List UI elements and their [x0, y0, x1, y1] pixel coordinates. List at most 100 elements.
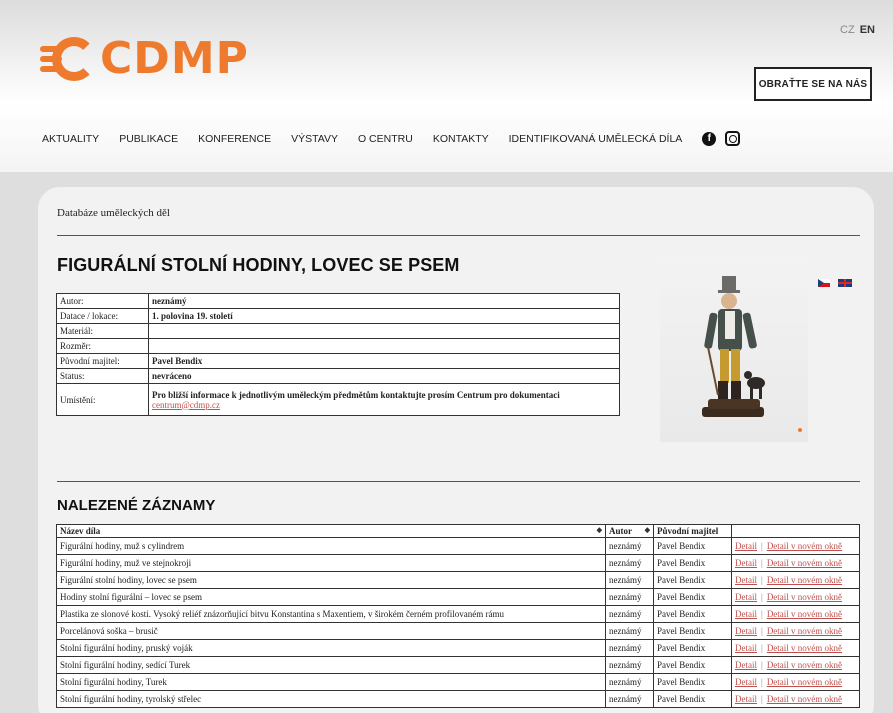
- actions-cell: Detail | Detail v novém okně: [731, 656, 860, 674]
- link-separator: |: [761, 660, 763, 670]
- detail-link[interactable]: Detail: [735, 609, 757, 619]
- artwork-name-cell: Stolní figurální hodiny, Turek: [56, 673, 606, 691]
- detail-link[interactable]: Detail: [735, 541, 757, 551]
- email-link[interactable]: centrum@cdmp.cz: [152, 400, 220, 410]
- actions-cell: Detail | Detail v novém okně: [731, 537, 860, 555]
- detail-new-window-link[interactable]: Detail v novém okně: [767, 609, 842, 619]
- artwork-photo[interactable]: [660, 255, 808, 442]
- detail-link[interactable]: Detail: [735, 694, 757, 704]
- instagram-icon[interactable]: [725, 131, 741, 146]
- detail-key: Původní majitel:: [56, 353, 149, 369]
- detail-new-window-link[interactable]: Detail v novém okně: [767, 626, 842, 636]
- contact-us-button[interactable]: OBRAŤTE SE NA NÁS: [754, 67, 872, 101]
- column-header-author[interactable]: Autor ◆: [605, 524, 654, 538]
- nav-item-o-centru[interactable]: O CENTRU: [358, 133, 413, 145]
- owner-cell: Pavel Bendix: [653, 690, 732, 708]
- link-separator: |: [761, 626, 763, 636]
- author-cell: neznámý: [605, 588, 654, 606]
- column-header-owner[interactable]: Původní majitel: [653, 524, 732, 538]
- link-separator: |: [761, 677, 763, 687]
- nav-item-konference[interactable]: KONFERENCE: [198, 133, 271, 145]
- language-flags: [818, 279, 852, 287]
- actions-cell: Detail | Detail v novém okně: [731, 639, 860, 657]
- detail-row: Autor: neznámý: [56, 293, 620, 309]
- detail-new-window-link[interactable]: Detail v novém okně: [767, 575, 842, 585]
- sort-icon[interactable]: ◆: [597, 526, 602, 534]
- detail-row: Rozměr:: [56, 338, 620, 354]
- detail-key: Rozměr:: [56, 338, 149, 354]
- actions-cell: Detail | Detail v novém okně: [731, 571, 860, 589]
- detail-link[interactable]: Detail: [735, 592, 757, 602]
- detail-row: Status: nevráceno: [56, 368, 620, 384]
- actions-cell: Detail | Detail v novém okně: [731, 588, 860, 606]
- main-nav: AKTUALITY PUBLIKACE KONFERENCE VÝSTAVY O…: [42, 131, 741, 146]
- nav-item-publikace[interactable]: PUBLIKACE: [119, 133, 178, 145]
- owner-cell: Pavel Bendix: [653, 622, 732, 640]
- detail-value: [148, 338, 620, 354]
- czech-flag-icon[interactable]: [818, 279, 830, 287]
- detail-link[interactable]: Detail: [735, 558, 757, 568]
- nav-item-aktuality[interactable]: AKTUALITY: [42, 133, 99, 145]
- detail-value: [148, 323, 620, 339]
- table-row: Figurální stolní hodiny, lovec se psem ne…: [56, 571, 860, 589]
- detail-new-window-link[interactable]: Detail v novém okně: [767, 541, 842, 551]
- column-header-name[interactable]: Název díla ◆: [56, 524, 606, 538]
- lang-en-link[interactable]: EN: [860, 24, 875, 36]
- owner-cell: Pavel Bendix: [653, 639, 732, 657]
- detail-key: Status:: [56, 368, 149, 384]
- uk-flag-icon[interactable]: [838, 279, 852, 287]
- detail-row: Původní majitel: Pavel Bendix: [56, 353, 620, 369]
- detail-value: 1. polovina 19. století: [148, 308, 620, 324]
- table-row: Plastika ze slonové kosti. Vysoký reliéf…: [56, 605, 860, 623]
- detail-new-window-link[interactable]: Detail v novém okně: [767, 592, 842, 602]
- author-cell: neznámý: [605, 690, 654, 708]
- author-cell: neznámý: [605, 639, 654, 657]
- detail-link[interactable]: Detail: [735, 575, 757, 585]
- actions-cell: Detail | Detail v novém okně: [731, 605, 860, 623]
- link-separator: |: [761, 558, 763, 568]
- detail-new-window-link[interactable]: Detail v novém okně: [767, 677, 842, 687]
- detail-link[interactable]: Detail: [735, 643, 757, 653]
- actions-cell: Detail | Detail v novém okně: [731, 690, 860, 708]
- link-separator: |: [761, 609, 763, 619]
- results-title: NALEZENÉ ZÁZNAMY: [57, 497, 216, 514]
- nav-item-kontakty[interactable]: KONTAKTY: [433, 133, 489, 145]
- author-cell: neznámý: [605, 537, 654, 555]
- detail-link[interactable]: Detail: [735, 660, 757, 670]
- detail-row-location: Umístění: Pro bližší informace k jednotl…: [56, 383, 620, 416]
- detail-row: Datace / lokace: 1. polovina 19. století: [56, 308, 620, 324]
- author-cell: neznámý: [605, 656, 654, 674]
- detail-new-window-link[interactable]: Detail v novém okně: [767, 643, 842, 653]
- table-row: Figurální hodiny, muž s cylindrem neznámý…: [56, 537, 860, 555]
- sort-icon[interactable]: ◆: [645, 526, 650, 534]
- detail-link[interactable]: Detail: [735, 626, 757, 636]
- detail-new-window-link[interactable]: Detail v novém okně: [767, 660, 842, 670]
- link-separator: |: [761, 643, 763, 653]
- detail-value: Pavel Bendix: [148, 353, 620, 369]
- nav-item-identifikovana-dila[interactable]: IDENTIFIKOVANÁ UMĚLECKÁ DÍLA: [509, 133, 683, 145]
- nav-item-vystavy[interactable]: VÝSTAVY: [291, 133, 338, 145]
- artwork-name-cell: Figurální hodiny, muž s cylindrem: [56, 537, 606, 555]
- cdmp-logo[interactable]: CDMP: [40, 35, 249, 83]
- detail-key: Materiál:: [56, 323, 149, 339]
- detail-link[interactable]: Detail: [735, 677, 757, 687]
- table-row: Stolní figurální hodiny, tyrolský střele…: [56, 690, 860, 708]
- detail-new-window-link[interactable]: Detail v novém okně: [767, 558, 842, 568]
- results-body: Figurální hodiny, muž s cylindrem neznámý…: [56, 537, 860, 708]
- figurine-clock-image: [702, 276, 802, 432]
- artwork-name-cell: Porcelánová soška – brusič: [56, 622, 606, 640]
- breadcrumb[interactable]: Databáze uměleckých děl: [57, 207, 170, 219]
- owner-cell: Pavel Bendix: [653, 673, 732, 691]
- link-separator: |: [761, 694, 763, 704]
- link-separator: |: [761, 575, 763, 585]
- table-row: Hodiny stolní figurální – lovec se psem n…: [56, 588, 860, 606]
- facebook-icon[interactable]: f: [702, 131, 717, 146]
- detail-key: Datace / lokace:: [56, 308, 149, 324]
- table-row: Stolní figurální hodiny, Turek neznámý Pav…: [56, 673, 860, 691]
- results-table: Název díla ◆ Autor ◆ Původní majitel Figur…: [56, 524, 860, 708]
- lang-cz-link[interactable]: CZ: [840, 24, 855, 36]
- page-title: FIGURÁLNÍ STOLNÍ HODINY, LOVEC SE PSEM: [57, 255, 460, 275]
- detail-key: Autor:: [56, 293, 149, 309]
- results-header-row: Název díla ◆ Autor ◆ Původní majitel: [56, 524, 860, 538]
- detail-new-window-link[interactable]: Detail v novém okně: [767, 694, 842, 704]
